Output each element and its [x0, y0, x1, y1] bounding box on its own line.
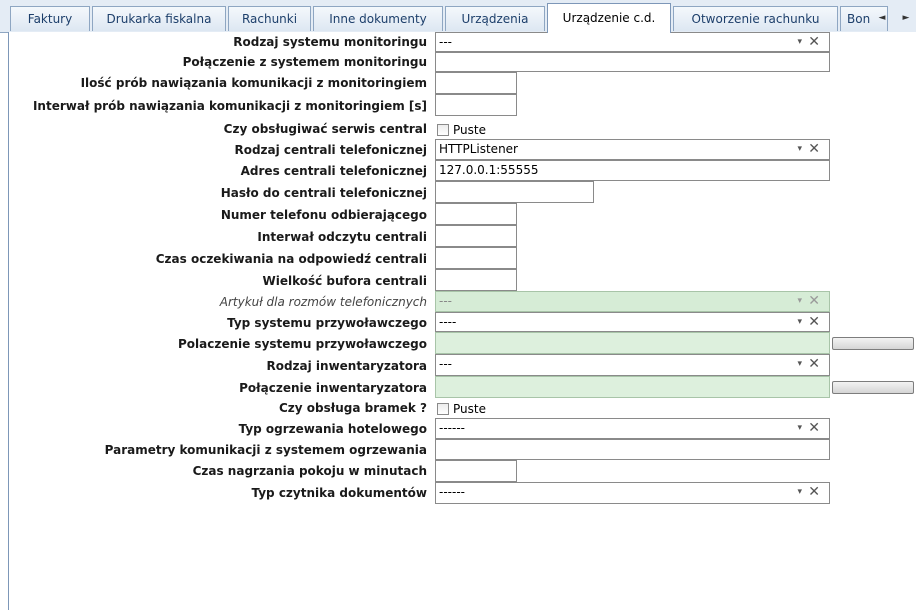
- chevron-down-icon[interactable]: ▾: [797, 483, 802, 502]
- edit-polaczenie-przywolawczego-button[interactable]: [832, 337, 914, 350]
- combo-artykul-rozmow: --- ▾ ✕: [435, 291, 830, 312]
- combo-value: ---: [439, 357, 452, 371]
- label-polaczenie-inwentaryzatora: Połączenie inwentaryzatora: [239, 381, 427, 395]
- label-adres-centrali: Adres centrali telefonicznej: [240, 164, 427, 178]
- input-haslo-centrali[interactable]: [435, 181, 594, 203]
- tab-rachunki[interactable]: Rachunki: [228, 6, 311, 31]
- input-polaczenie-inwentaryzatora[interactable]: [435, 376, 830, 398]
- input-wielkosc-bufora[interactable]: [435, 269, 517, 291]
- checkbox-label-obsluga-bramek: Puste: [453, 402, 486, 416]
- label-rodzaj-centrali: Rodzaj centrali telefonicznej: [234, 143, 427, 157]
- tab-scroll-left-icon[interactable]: ◄: [876, 10, 888, 26]
- tab-drukarka-fiskalna[interactable]: Drukarka fiskalna: [92, 6, 226, 31]
- input-interwal-odczytu[interactable]: [435, 225, 517, 247]
- label-polaczenie-przywolawczego: Polaczenie systemu przywoławczego: [177, 337, 427, 351]
- combo-value: ------: [439, 421, 465, 435]
- chevron-down-icon[interactable]: ▾: [797, 355, 802, 374]
- checkbox-obsluga-bramek[interactable]: [437, 403, 449, 415]
- label-typ-przywolawczego: Typ systemu przywoławczego: [227, 316, 427, 330]
- tab-otworzenie-rachunku[interactable]: Otworzenie rachunku: [673, 6, 838, 31]
- combo-rodzaj-inwentaryzatora[interactable]: --- ▾ ✕: [435, 354, 830, 376]
- label-haslo-centrali: Hasło do centrali telefonicznej: [220, 186, 427, 200]
- tab-urzadzenie-cd[interactable]: Urządzenie c.d.: [547, 3, 671, 33]
- clear-icon[interactable]: ✕: [808, 140, 820, 158]
- input-numer-telefonu[interactable]: [435, 203, 517, 225]
- tab-urzadzenia[interactable]: Urządzenia: [445, 6, 545, 31]
- combo-value: ------: [439, 485, 465, 499]
- label-obsluga-bramek: Czy obsługa bramek ?: [279, 401, 427, 415]
- edit-polaczenie-inwentaryzatora-button[interactable]: [832, 381, 914, 394]
- label-ilosc-prob: Ilość prób nawiązania komunikacji z moni…: [80, 76, 427, 90]
- input-parametry-ogrzewania[interactable]: [435, 439, 830, 460]
- combo-value: ---: [439, 35, 452, 49]
- checkbox-label-obsluga-serwis-central: Puste: [453, 123, 486, 137]
- clear-icon: ✕: [808, 293, 820, 309]
- tab-faktury[interactable]: Faktury: [10, 6, 90, 31]
- chevron-down-icon[interactable]: ▾: [797, 419, 802, 438]
- input-polaczenie-monitoringu[interactable]: [435, 52, 830, 72]
- clear-icon[interactable]: ✕: [808, 313, 820, 331]
- settings-pane: Rodzaj systemu monitoringu --- ▾ ✕ Połąc…: [8, 32, 916, 610]
- chevron-down-icon[interactable]: ▾: [797, 33, 802, 51]
- label-obsluga-serwis-central: Czy obsługiwać serwis central: [223, 122, 427, 136]
- label-numer-telefonu: Numer telefonu odbierającego: [220, 208, 427, 222]
- label-artykul-rozmow: Artykuł dla rozmów telefonicznych: [219, 295, 427, 309]
- input-polaczenie-przywolawczego[interactable]: [435, 332, 830, 354]
- clear-icon[interactable]: ✕: [808, 355, 820, 373]
- tab-scroll-right-icon[interactable]: ►: [900, 10, 912, 26]
- tab-strip: Faktury Drukarka fiskalna Rachunki Inne …: [0, 0, 916, 33]
- combo-value: HTTPListener: [439, 142, 518, 156]
- combo-value: ----: [439, 315, 457, 329]
- combo-rodzaj-monitoringu[interactable]: --- ▾ ✕: [435, 32, 830, 52]
- checkbox-obsluga-serwis-central[interactable]: [437, 124, 449, 136]
- input-czas-nagrzania[interactable]: [435, 460, 517, 482]
- label-rodzaj-inwentaryzatora: Rodzaj inwentaryzatora: [266, 359, 427, 373]
- combo-typ-ogrzewania[interactable]: ------ ▾ ✕: [435, 418, 830, 439]
- input-ilosc-prob[interactable]: [435, 72, 517, 94]
- label-typ-ogrzewania: Typ ogrzewania hotelowego: [238, 422, 427, 436]
- label-polaczenie-monitoringu: Połączenie z systemem monitoringu: [182, 55, 427, 69]
- label-rodzaj-monitoringu: Rodzaj systemu monitoringu: [233, 35, 427, 49]
- tab-inne-dokumenty[interactable]: Inne dokumenty: [313, 6, 443, 31]
- input-interwal-prob[interactable]: [435, 94, 517, 116]
- label-czas-nagrzania: Czas nagrzania pokoju w minutach: [192, 464, 427, 478]
- label-wielkosc-bufora: Wielkość bufora centrali: [262, 274, 427, 288]
- label-interwal-prob: Interwał prób nawiązania komunikacji z m…: [32, 99, 427, 113]
- input-adres-centrali[interactable]: 127.0.0.1:55555: [435, 160, 830, 181]
- combo-typ-czytnika[interactable]: ------ ▾ ✕: [435, 482, 830, 504]
- label-typ-czytnika: Typ czytnika dokumentów: [251, 486, 427, 500]
- input-czas-oczekiwania[interactable]: [435, 247, 517, 269]
- combo-value: ---: [439, 294, 452, 308]
- label-interwal-odczytu: Interwał odczytu centrali: [257, 230, 427, 244]
- combo-rodzaj-centrali[interactable]: HTTPListener ▾ ✕: [435, 139, 830, 160]
- clear-icon[interactable]: ✕: [808, 483, 820, 501]
- chevron-down-icon: ▾: [797, 296, 802, 306]
- combo-typ-przywolawczego[interactable]: ---- ▾ ✕: [435, 312, 830, 332]
- chevron-down-icon[interactable]: ▾: [797, 313, 802, 331]
- chevron-down-icon[interactable]: ▾: [797, 140, 802, 159]
- label-czas-oczekiwania: Czas oczekiwania na odpowiedź centrali: [155, 252, 427, 266]
- clear-icon[interactable]: ✕: [808, 33, 820, 51]
- clear-icon[interactable]: ✕: [808, 419, 820, 437]
- label-parametry-ogrzewania: Parametry komunikacji z systemem ogrzewa…: [104, 443, 427, 457]
